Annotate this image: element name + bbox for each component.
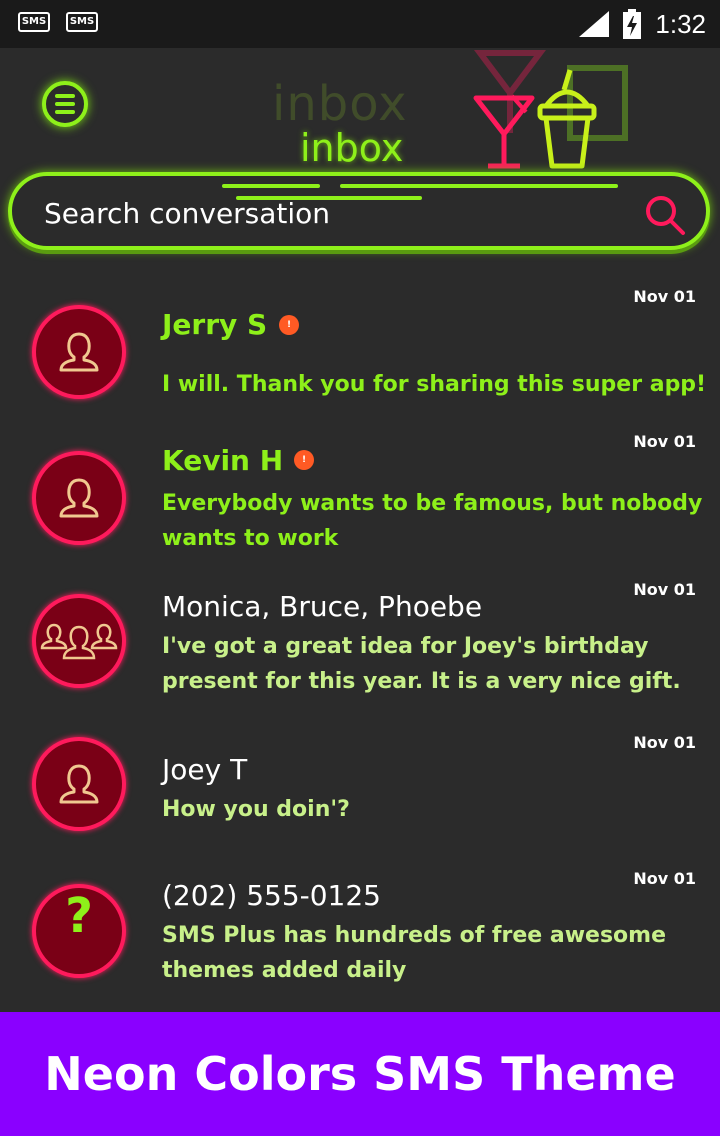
person-icon — [59, 332, 99, 372]
conversation-date: Nov 01 — [633, 287, 696, 306]
status-bar: SMS SMS 1:32 — [0, 0, 720, 48]
contact-name: Kevin H — [162, 444, 284, 477]
sms-notification-icon: SMS — [18, 12, 50, 32]
avatar — [32, 451, 126, 545]
conversation-date: Nov 01 — [633, 432, 696, 451]
page-title: inbox — [300, 126, 404, 170]
cocktail-glass-icon — [473, 94, 535, 169]
conversation-item[interactable]: ? Nov 01 (202) 555-0125 SMS Plus has hun… — [0, 850, 720, 1010]
avatar: ? — [32, 884, 126, 978]
sms-notification-icon: SMS — [66, 12, 98, 32]
conversation-item[interactable]: Nov 01 Monica, Bruce, Phoebe I've got a … — [0, 560, 720, 710]
conversation-item[interactable]: Nov 01 Kevin H ! Everybody wants to be f… — [0, 410, 720, 560]
drink-cup-icon — [537, 69, 597, 169]
banner-text: Neon Colors SMS Theme — [44, 1047, 676, 1101]
conversation-date: Nov 01 — [633, 733, 696, 752]
menu-icon[interactable] — [42, 81, 88, 127]
message-preview: SMS Plus has hundreds of free awesome th… — [162, 923, 667, 983]
unknown-contact-icon: ? — [65, 888, 93, 944]
clock: 1:32 — [655, 8, 706, 39]
title-glow: inbox — [272, 76, 408, 132]
contact-name: Jerry S — [162, 308, 268, 341]
message-preview: I will. Thank you for sharing this super… — [162, 372, 707, 397]
conversation-date: Nov 01 — [633, 869, 696, 888]
conversation-item[interactable]: Nov 01 Jerry S ! I will. Thank you for s… — [0, 270, 720, 410]
app-header: inbox inbox — [0, 48, 720, 263]
person-icon — [59, 764, 99, 804]
signal-icon — [579, 11, 610, 37]
avatar — [32, 594, 126, 688]
unread-badge: ! — [294, 450, 314, 470]
contact-name: Joey T — [162, 753, 248, 786]
search-bar[interactable] — [8, 172, 710, 250]
search-input[interactable] — [42, 194, 646, 232]
message-preview: How you doin'? — [162, 797, 350, 822]
battery-icon — [623, 9, 642, 39]
conversation-date: Nov 01 — [633, 580, 696, 599]
promo-banner: Neon Colors SMS Theme — [0, 1012, 720, 1136]
search-icon[interactable] — [644, 194, 686, 236]
group-icon — [40, 623, 118, 660]
message-preview: Everybody wants to be famous, but nobody… — [162, 491, 703, 551]
avatar — [32, 737, 126, 831]
conversation-item[interactable]: Nov 01 Joey T How you doin'? — [0, 710, 720, 850]
unread-badge: ! — [279, 315, 299, 335]
contact-name: (202) 555-0125 — [162, 879, 381, 912]
avatar — [32, 305, 126, 399]
message-preview: I've got a great idea for Joey's birthda… — [162, 634, 681, 694]
contact-name: Monica, Bruce, Phoebe — [162, 590, 483, 623]
person-icon — [59, 478, 99, 518]
